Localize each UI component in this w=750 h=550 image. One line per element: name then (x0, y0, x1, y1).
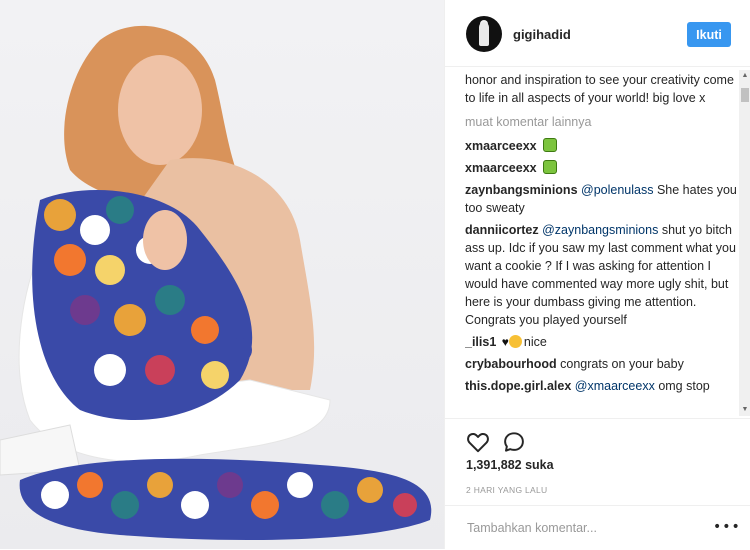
comment-item: crybabourhood congrats on your baby (465, 355, 737, 373)
comment-text: nice (523, 335, 547, 349)
comment-mention[interactable]: @xmaarceexx (575, 379, 655, 393)
comment-mention[interactable]: @polenulass (581, 183, 653, 197)
comment-text: omg stop (654, 379, 710, 393)
comment-text: congrats on your baby (556, 357, 684, 371)
heart-emoji-icon: ♥ (501, 335, 509, 349)
comment-username[interactable]: crybabourhood (465, 357, 557, 371)
scroll-up-icon[interactable]: ▲ (739, 70, 750, 82)
comment-username[interactable]: _ilis1 (465, 335, 496, 349)
post-header: gigihadid Ikuti (445, 0, 750, 67)
green-square-emoji-icon (543, 160, 558, 174)
scroll-down-icon[interactable]: ▼ (739, 404, 750, 416)
instagram-post-modal: gigihadid Ikuti honor and inspiration to… (0, 0, 750, 549)
comment-item: danniicortez @zaynbangsminions shut yo b… (465, 221, 737, 329)
load-more-comments-link[interactable]: muat komentar lainnya (465, 113, 737, 131)
avatar[interactable] (466, 16, 502, 52)
follow-button[interactable]: Ikuti (687, 22, 731, 47)
photo-illustration (0, 25, 432, 540)
caption-text: honor and inspiration to see your creati… (465, 73, 734, 105)
comments-list[interactable]: honor and inspiration to see your creati… (465, 68, 737, 418)
comment-item: zaynbangsminions @polenulass She hates y… (465, 181, 737, 217)
post-timestamp[interactable]: 2 HARI YANG LALU (466, 485, 548, 495)
comment-mention[interactable]: @zaynbangsminions (542, 223, 658, 237)
post-sidebar: gigihadid Ikuti honor and inspiration to… (444, 0, 750, 549)
scrollbar-thumb[interactable] (741, 88, 749, 102)
comment-item: xmaarceexx (465, 159, 737, 177)
comment-item: xmaarceexx (465, 137, 737, 155)
comment-item: this.dope.girl.alex @xmaarceexx omg stop (465, 377, 737, 395)
heart-outline-icon[interactable] (465, 429, 491, 455)
avatar-figure (479, 22, 489, 46)
more-options-icon[interactable]: ••• (713, 518, 740, 536)
comment-text: shut yo bitch ass up. Idc if you saw my … (465, 223, 736, 327)
comment-item: _ilis1 ♥ nice (465, 333, 737, 351)
post-photo[interactable] (0, 0, 444, 549)
add-comment-bar: ••• (445, 505, 750, 550)
username-link[interactable]: gigihadid (513, 27, 571, 42)
post-actions (445, 418, 750, 453)
comments-scrollbar[interactable]: ▲ ▼ (739, 70, 750, 416)
comment-username[interactable]: xmaarceexx (465, 139, 537, 153)
comment-username[interactable]: danniicortez (465, 223, 539, 237)
comment-username[interactable]: xmaarceexx (465, 161, 537, 175)
green-square-emoji-icon (543, 138, 558, 152)
likes-count[interactable]: 1,391,882 suka (466, 458, 554, 472)
speech-bubble-icon[interactable] (501, 429, 527, 455)
add-comment-input[interactable] (465, 516, 689, 540)
comment-username[interactable]: zaynbangsminions (465, 183, 578, 197)
heart-eyes-emoji-icon (508, 335, 522, 348)
comment-username[interactable]: this.dope.girl.alex (465, 379, 571, 393)
